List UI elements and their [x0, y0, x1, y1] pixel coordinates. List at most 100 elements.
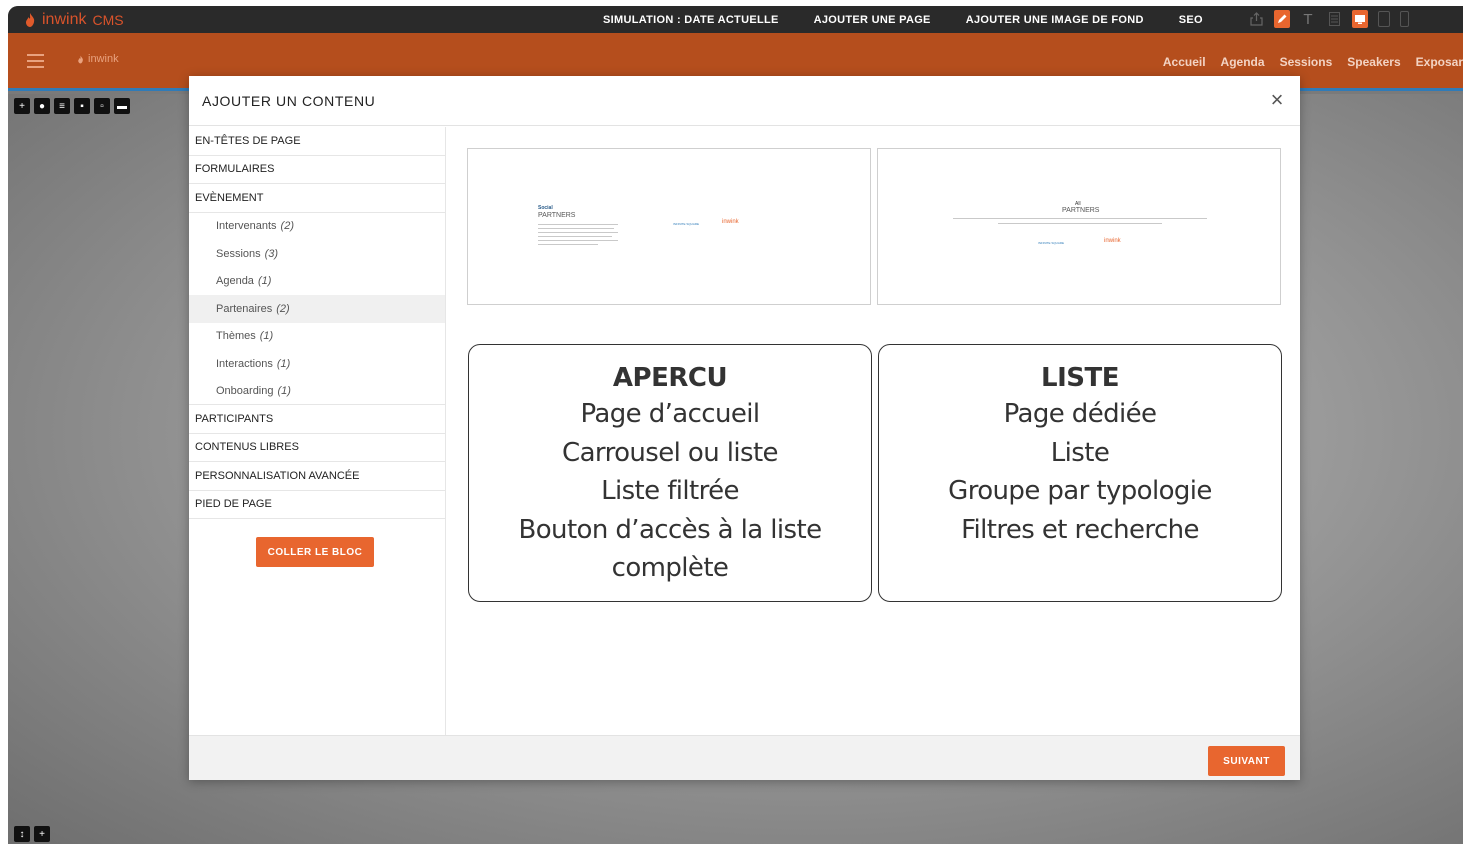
site-logo[interactable]: inwink: [76, 53, 119, 65]
preview-text-line: [998, 223, 1162, 224]
mobile-view-icon[interactable]: [1400, 11, 1409, 27]
subcategory-interactions[interactable]: Interactions (1): [189, 350, 445, 378]
tablet-view-icon[interactable]: [1378, 11, 1390, 27]
template-preview-list[interactable]: All PARTNERS INFINITE SQUARE inwink: [877, 148, 1281, 305]
cms-label: CMS: [92, 11, 124, 28]
description-line: Liste: [1050, 437, 1110, 468]
subcategory-label: Interactions: [216, 357, 273, 370]
category-event[interactable]: EVÈNEMENT: [189, 184, 445, 213]
subcategory-count: (1): [276, 357, 291, 370]
subcategory-count: (3): [264, 247, 279, 260]
edit-pencil-icon[interactable]: [1274, 10, 1290, 28]
cms-logo: inwink CMS: [22, 11, 124, 29]
preview-logo-partner: INFINITE SQUARE: [673, 222, 700, 226]
menu-add-page[interactable]: AJOUTER UNE PAGE: [814, 14, 931, 26]
category-advanced-customization[interactable]: PERSONNALISATION AVANCÉE: [189, 462, 445, 491]
subcategory-count: (1): [257, 275, 272, 288]
category-participants[interactable]: PARTICIPANTS: [189, 405, 445, 434]
modal-footer: SUIVANT: [189, 735, 1300, 780]
cms-brand: inwink: [42, 10, 87, 28]
preview-title: PARTNERS: [1062, 207, 1100, 214]
nav-sessions[interactable]: Sessions: [1280, 55, 1333, 69]
cms-toolbar: inwink CMS SIMULATION : DATE ACTUELLE AJ…: [8, 6, 1463, 33]
close-icon[interactable]: ×: [1266, 89, 1288, 111]
description-line: complète: [611, 553, 729, 583]
next-button[interactable]: SUIVANT: [1208, 746, 1285, 776]
category-free-content[interactable]: CONTENUS LIBRES: [189, 434, 445, 462]
description-heading: LISTE: [1041, 363, 1119, 393]
description-line: Liste filtrée: [601, 476, 739, 506]
description-line: Filtres et recherche: [961, 514, 1199, 545]
preview-text-line: [538, 232, 618, 233]
text-format-icon[interactable]: T: [1300, 10, 1316, 28]
layout-icon[interactable]: [1326, 10, 1342, 28]
cms-tools: T: [1248, 10, 1409, 28]
inwink-flame-icon: [78, 55, 83, 63]
subcategory-count: (2): [280, 220, 294, 233]
description-line: Page d’accueil: [580, 399, 760, 429]
add-block-icon[interactable]: +: [14, 98, 30, 114]
menu-simulation-date[interactable]: SIMULATION : DATE ACTUELLE: [603, 14, 779, 26]
bottom-toolbar: ↕ +: [14, 826, 50, 842]
palette-icon[interactable]: ●: [34, 98, 50, 114]
menu-seo[interactable]: SEO: [1179, 14, 1203, 26]
subcategory-count: (1): [277, 384, 291, 397]
preview-text-line: [538, 228, 614, 229]
subcategory-label: Agenda: [216, 275, 254, 288]
description-line: Page dédiée: [1003, 399, 1157, 429]
subcategory-intervenants[interactable]: Intervenants (2): [189, 213, 445, 241]
nav-accueil[interactable]: Accueil: [1163, 55, 1206, 69]
subcategory-label: Onboarding: [216, 384, 274, 397]
subcategory-label: Intervenants: [216, 220, 277, 233]
preview-small-title: Social: [538, 205, 553, 211]
settings-sliders-icon[interactable]: ≡: [54, 98, 70, 114]
preview-text-line: [538, 240, 618, 241]
description-line: Carrousel ou liste: [562, 437, 778, 468]
move-icon[interactable]: ↕: [14, 826, 30, 842]
preview-logo-inwink: inwink: [1104, 238, 1121, 244]
preview-logo-partner: INFINITE SQUARE: [1038, 241, 1065, 245]
site-nav: Accueil Agenda Sessions Speakers Exposar: [1163, 55, 1463, 69]
description-apercu: APERCU Page d’accueil Carrousel ou liste…: [468, 344, 872, 602]
add-block-bottom-icon[interactable]: +: [34, 826, 50, 842]
description-heading: APERCU: [612, 363, 728, 393]
modal-title: AJOUTER UN CONTENU: [202, 93, 376, 109]
subcategory-partenaires[interactable]: Partenaires (2): [189, 295, 445, 323]
subcategory-count: (1): [259, 330, 274, 343]
site-logo-text: inwink: [88, 53, 119, 65]
description-liste: LISTE Page dédiée Liste Groupe par typol…: [878, 344, 1282, 602]
nav-exposants[interactable]: Exposar: [1416, 55, 1463, 69]
category-footer[interactable]: PIED DE PAGE: [189, 491, 445, 519]
subcategory-themes[interactable]: Thèmes (1): [189, 323, 445, 351]
description-line: Groupe par typologie: [948, 476, 1212, 506]
key-icon[interactable]: ▬: [114, 98, 130, 114]
paste-block-button[interactable]: COLLER LE BLOC: [256, 537, 374, 567]
modal-header: AJOUTER UN CONTENU ×: [189, 76, 1300, 126]
inwink-flame-icon: [26, 12, 35, 27]
preview-text-line: [538, 244, 598, 245]
subcategory-onboarding[interactable]: Onboarding (1): [189, 378, 445, 405]
share-icon[interactable]: [1248, 10, 1264, 28]
menu-add-background-image[interactable]: AJOUTER UNE IMAGE DE FOND: [966, 14, 1144, 26]
subcategory-agenda[interactable]: Agenda (1): [189, 268, 445, 296]
category-forms[interactable]: FORMULAIRES: [189, 156, 445, 184]
subcategory-count: (2): [276, 302, 290, 315]
subcategory-label: Sessions: [216, 247, 261, 260]
nav-speakers[interactable]: Speakers: [1347, 55, 1400, 69]
subcategory-sessions[interactable]: Sessions (3): [189, 240, 445, 268]
subcategory-label: Thèmes: [216, 330, 256, 343]
template-preview-carousel[interactable]: Social PARTNERS INFINITE SQUARE inwink: [467, 148, 871, 305]
preview-title: PARTNERS: [538, 212, 576, 219]
delete-icon[interactable]: ▪: [74, 98, 90, 114]
description-line: Bouton d’accès à la liste: [518, 514, 823, 545]
preview-logo-inwink: inwink: [722, 219, 739, 225]
copy-icon[interactable]: ▫: [94, 98, 110, 114]
template-area: Social PARTNERS INFINITE SQUARE inwink A…: [447, 127, 1300, 735]
category-page-headers[interactable]: EN-TÊTES DE PAGE: [189, 127, 445, 156]
subcategory-label: Partenaires: [216, 302, 273, 315]
hamburger-menu-icon[interactable]: [27, 54, 44, 72]
nav-agenda[interactable]: Agenda: [1221, 55, 1265, 69]
preview-text-line: [953, 218, 1207, 219]
desktop-view-icon[interactable]: [1352, 10, 1368, 28]
content-category-list: EN-TÊTES DE PAGE FORMULAIRES EVÈNEMENT I…: [189, 127, 446, 735]
